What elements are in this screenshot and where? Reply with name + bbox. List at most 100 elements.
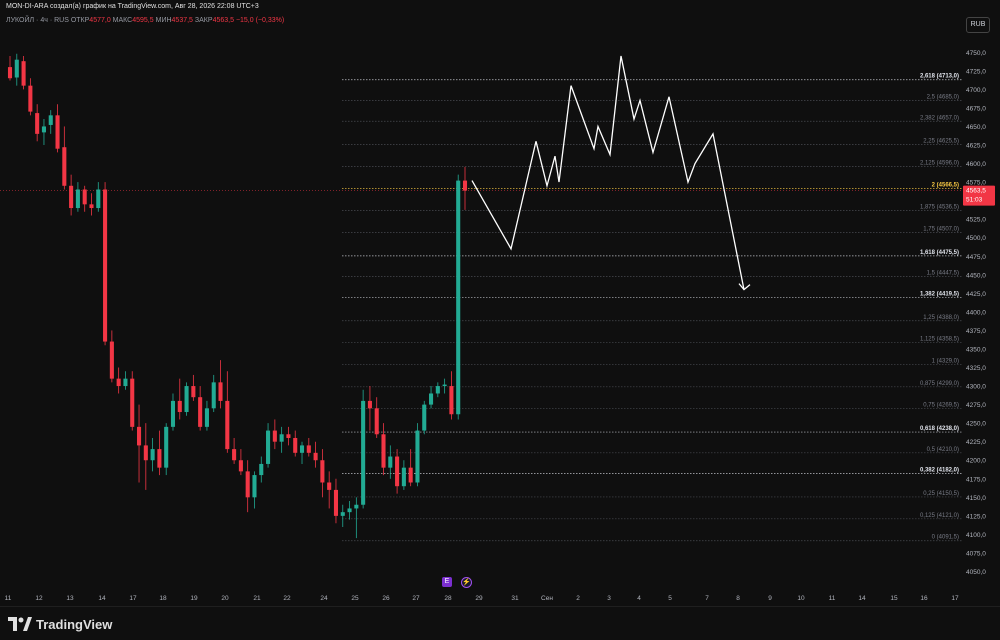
candle-body xyxy=(164,426,169,468)
candle-body xyxy=(14,59,19,78)
candle-body xyxy=(347,508,352,513)
candle-body xyxy=(422,404,427,431)
y-tick-label: 4575,0 xyxy=(966,180,986,187)
fib-level-label: 1,618 (4475,5) xyxy=(920,250,959,256)
x-tick-label: 22 xyxy=(283,595,291,602)
candle-body xyxy=(198,397,203,427)
candle-body xyxy=(225,400,230,450)
y-tick-label: 4600,0 xyxy=(966,161,986,168)
tradingview-logo-icon xyxy=(8,617,32,631)
fib-level-label: 0,125 (4121,0) xyxy=(920,513,959,519)
y-tick-label: 4750,0 xyxy=(966,50,986,57)
projection-path xyxy=(471,55,745,290)
candle-body xyxy=(157,449,162,468)
x-tick-label: 10 xyxy=(797,595,805,602)
candle-body xyxy=(238,460,243,472)
x-tick-label: 20 xyxy=(221,595,229,602)
x-tick-label: 14 xyxy=(858,595,866,602)
candle-body xyxy=(55,115,60,149)
fib-level-label: 0 (4091,5) xyxy=(932,535,959,541)
candle-body xyxy=(62,147,67,186)
x-tick-label: 16 xyxy=(920,595,928,602)
candle-body xyxy=(41,126,46,133)
fib-level-label: 0,618 (4238,0) xyxy=(920,426,959,432)
candle-body xyxy=(340,512,345,516)
x-tick-label: 28 xyxy=(444,595,452,602)
candle-body xyxy=(75,189,80,209)
x-tick-label: 27 xyxy=(412,595,420,602)
x-tick-label: 19 xyxy=(190,595,198,602)
y-tick-label: 4300,0 xyxy=(966,384,986,391)
fib-level-label: 1,5 (4447,5) xyxy=(927,271,959,277)
fib-level-label: 2,382 (4657,0) xyxy=(920,115,959,121)
candle-body xyxy=(204,408,209,427)
x-tick-label: 2 xyxy=(576,595,580,602)
y-tick-label: 4700,0 xyxy=(966,87,986,94)
candle-countdown-timer: 51:03 xyxy=(966,197,983,204)
candle-body xyxy=(89,204,94,209)
candle-body xyxy=(401,467,406,487)
fib-level-label: 0,5 (4210,0) xyxy=(927,447,959,453)
candle-body xyxy=(435,386,440,394)
y-tick-label: 4100,0 xyxy=(966,532,986,539)
tradingview-logo[interactable]: TradingView xyxy=(8,616,112,632)
candle-body xyxy=(354,504,359,509)
fib-level-label: 1 (4329,0) xyxy=(932,359,959,365)
candle-body xyxy=(293,437,298,453)
footer-bar: TradingView xyxy=(0,606,1000,640)
dividend-event-icon[interactable]: ⚡ xyxy=(461,577,472,588)
x-tick-label: 5 xyxy=(668,595,672,602)
fib-level-label: 2,125 (4596,0) xyxy=(920,161,959,167)
fib-level-label: 0,75 (4269,5) xyxy=(923,403,959,409)
fib-level-label: 2,5 (4685,0) xyxy=(927,94,959,100)
candle-body xyxy=(96,189,101,209)
candle-body xyxy=(7,67,13,79)
y-tick-label: 4250,0 xyxy=(966,421,986,428)
candle-body xyxy=(191,386,196,398)
x-tick-label: 11 xyxy=(5,595,12,602)
candle-body xyxy=(211,382,216,409)
candle-body xyxy=(130,378,135,427)
y-tick-label: 4075,0 xyxy=(966,550,986,557)
candle-body xyxy=(150,449,155,461)
logo-text: TradingView xyxy=(36,616,113,632)
fib-level-label: 0,875 (4299,0) xyxy=(920,381,959,387)
y-tick-label: 4350,0 xyxy=(966,346,986,353)
candle-body xyxy=(449,386,454,415)
candle-body xyxy=(313,452,318,461)
price-chart[interactable]: 4050,04075,04100,04125,04150,04175,04200… xyxy=(0,0,1000,606)
fib-level-label: 0,25 (4150,5) xyxy=(923,491,959,497)
y-tick-label: 4500,0 xyxy=(966,235,986,242)
fib-level-label: 1,25 (4388,0) xyxy=(923,315,959,321)
candle-body xyxy=(395,456,400,487)
x-tick-label: 18 xyxy=(159,595,167,602)
y-tick-label: 4425,0 xyxy=(966,291,986,298)
x-tick-label: 17 xyxy=(129,595,137,602)
fib-level-label: 2 (4566,5) xyxy=(932,182,959,188)
earnings-event-icon[interactable]: E xyxy=(442,577,452,587)
y-tick-label: 4375,0 xyxy=(966,328,986,335)
candle-body xyxy=(442,384,447,387)
candle-body xyxy=(123,378,128,387)
y-tick-label: 4525,0 xyxy=(966,217,986,224)
candle-body xyxy=(259,463,264,476)
candle-body xyxy=(35,113,40,134)
candle-body xyxy=(218,382,223,401)
x-tick-label: 15 xyxy=(890,595,898,602)
candle-body xyxy=(184,386,189,413)
candle-body xyxy=(28,85,33,112)
candle-body xyxy=(456,180,461,415)
x-tick-label: 9 xyxy=(768,595,772,602)
x-tick-label: 3 xyxy=(607,595,611,602)
candle-body xyxy=(272,430,277,442)
candle-body xyxy=(462,180,468,191)
y-tick-label: 4225,0 xyxy=(966,439,986,446)
candle-body xyxy=(374,408,379,435)
candle-body xyxy=(327,482,332,490)
candle-body xyxy=(103,189,108,342)
candle-body xyxy=(143,445,148,461)
candle-body xyxy=(109,341,114,379)
x-tick-label: 12 xyxy=(35,595,43,602)
candle-body xyxy=(170,400,176,427)
candle-body xyxy=(408,467,413,483)
